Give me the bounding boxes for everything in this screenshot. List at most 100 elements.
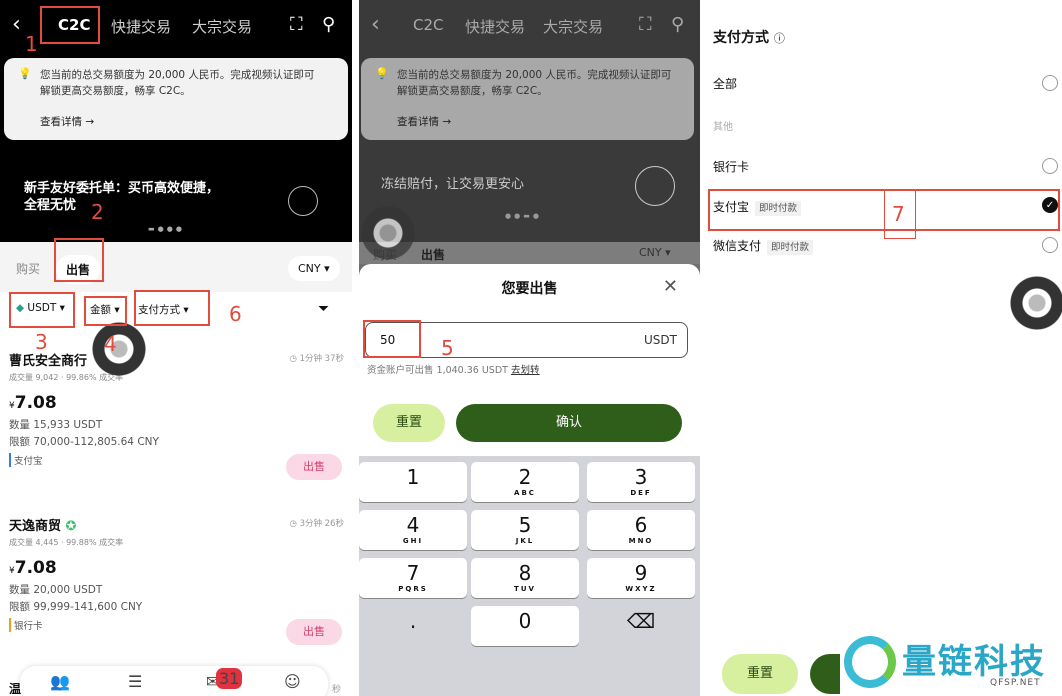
carousel-dots: ▬●●● bbox=[148, 225, 185, 233]
key-1[interactable]: 1 bbox=[359, 462, 467, 502]
profile-icon[interactable]: ☺ bbox=[284, 672, 301, 691]
reset-button[interactable]: 重置 bbox=[373, 404, 445, 442]
key-dot[interactable]: . bbox=[359, 606, 467, 646]
key-7[interactable]: 7 PQRS bbox=[359, 558, 467, 598]
info-icon[interactable]: ⓘ bbox=[774, 32, 785, 45]
confirm-button[interactable]: 确认 bbox=[456, 404, 682, 442]
bottom-nav: 👥 ☰ ✉ 31 ☺ bbox=[20, 666, 328, 696]
panel-gap bbox=[352, 0, 359, 696]
watermark-text: 量链科技 bbox=[902, 642, 1046, 682]
annotation-box-4 bbox=[84, 296, 127, 326]
price-value: 7.08 bbox=[14, 393, 57, 413]
touch-indicator bbox=[361, 206, 415, 260]
touch-indicator bbox=[92, 322, 146, 376]
notice-more-link[interactable]: 查看详情 → bbox=[397, 114, 451, 130]
funnel-icon[interactable]: ⏷ bbox=[318, 301, 329, 317]
key-letters: TUV bbox=[514, 585, 536, 593]
merchant-card[interactable]: 曹氏安全商行 成交量 9,042 · 99.86% 成交率 ◷ 1分钟 37秒 … bbox=[9, 350, 344, 480]
key-letters: MNO bbox=[628, 537, 654, 545]
backspace-key[interactable]: ⌫ bbox=[587, 606, 695, 646]
tab-block-trade[interactable]: 大宗交易 bbox=[192, 16, 252, 37]
notice-line2: 解锁更高交易额度，畅享 C2C。 bbox=[397, 85, 548, 97]
notice-more-link[interactable]: 查看详情 → bbox=[40, 114, 94, 130]
key-0[interactable]: 0 bbox=[471, 606, 579, 646]
key-9[interactable]: 9 WXYZ bbox=[587, 558, 695, 598]
top-bar-dimmed: ‹ C2C 快捷交易 大宗交易 ⛶ ⚲ bbox=[359, 0, 700, 52]
key-6[interactable]: 6 MNO bbox=[587, 510, 695, 550]
currency-select[interactable]: CNY ▾ bbox=[288, 256, 340, 281]
annotation-box-2 bbox=[54, 238, 104, 282]
tab-quick-trade[interactable]: 快捷交易 bbox=[111, 16, 171, 37]
promo-banner[interactable]: 冻结赔付，让交易更安心 bbox=[381, 176, 524, 193]
promo-banner[interactable]: 新手友好委托单：买币高效便捷， 全程无忧 bbox=[24, 180, 219, 214]
transfer-link[interactable]: 去划转 bbox=[511, 365, 540, 376]
key-letters: DEF bbox=[630, 489, 652, 497]
search-icon[interactable]: ⚲ bbox=[322, 14, 335, 35]
annotation-num-5: 5 bbox=[441, 336, 454, 360]
buy-tab[interactable]: 购买 bbox=[16, 260, 40, 277]
key-2[interactable]: 2 ABC bbox=[471, 462, 579, 502]
annotation-box-5 bbox=[363, 320, 421, 358]
radio-bank[interactable] bbox=[1042, 158, 1058, 174]
payment-title: 支付方式 ⓘ bbox=[713, 27, 785, 47]
key-letters: JKL bbox=[515, 537, 535, 545]
avail-text: 资金账户可出售 1,040.36 USDT bbox=[367, 365, 508, 376]
chat-badge: 31 bbox=[216, 668, 243, 689]
annotation-num-1: 1 bbox=[25, 32, 38, 56]
sheet-title: 您要出售 bbox=[501, 281, 558, 297]
merchant-price: ¥7.08 bbox=[9, 558, 57, 578]
sell-button[interactable]: 出售 bbox=[286, 619, 342, 645]
planet-icon bbox=[288, 186, 318, 216]
time-text: 3分钟 26秒 bbox=[299, 519, 344, 529]
orders-icon[interactable]: ☰ bbox=[128, 672, 142, 691]
merchant-qty: 数量 15,933 USDT bbox=[9, 419, 103, 431]
merchant-price: ¥7.08 bbox=[9, 393, 57, 413]
limit-notice: 💡 您当前的总交易额度为 20,000 人民币。完成视频认证即可 解锁更高交易额… bbox=[4, 58, 348, 140]
option-bank[interactable]: 银行卡 bbox=[713, 158, 749, 175]
option-wechat[interactable]: 微信支付 即时付款 bbox=[713, 237, 814, 255]
available-balance: 资金账户可出售 1,040.36 USDT 去划转 bbox=[367, 362, 540, 376]
verified-icon: ✪ bbox=[65, 519, 77, 534]
merchant-card[interactable]: 天逸商贸 ✪ 成交量 4,445 · 99.88% 成交率 ◷ 3分钟 26秒 … bbox=[9, 515, 344, 645]
key-4[interactable]: 4 GHI bbox=[359, 510, 467, 550]
merchant-stat: 成交量 4,445 · 99.88% 成交率 bbox=[9, 538, 124, 547]
radio-all[interactable] bbox=[1042, 75, 1058, 91]
bulb-icon: 💡 bbox=[375, 67, 389, 80]
annotation-num-3: 3 bbox=[35, 330, 48, 354]
carousel-dots: ●●▬● bbox=[505, 212, 542, 220]
radio-wechat[interactable] bbox=[1042, 237, 1058, 253]
back-icon[interactable]: ‹ bbox=[371, 12, 380, 37]
tab-c2c[interactable]: C2C bbox=[413, 16, 444, 34]
key-5[interactable]: 5 JKL bbox=[471, 510, 579, 550]
limit-notice: 💡 您当前的总交易额度为 20,000 人民币。完成视频认证即可 解锁更高交易额… bbox=[361, 58, 694, 140]
time-partial: 秒 bbox=[332, 685, 342, 695]
key-digit: 3 bbox=[634, 465, 648, 489]
notice-line2: 解锁更高交易额度，畅享 C2C。 bbox=[40, 85, 191, 97]
scan-icon[interactable]: ⛶ bbox=[290, 14, 303, 35]
users-icon[interactable]: 👥 bbox=[50, 672, 70, 691]
annotation-box-1 bbox=[40, 6, 100, 44]
key-3[interactable]: 3 DEF bbox=[587, 462, 695, 502]
reset-button[interactable]: 重置 bbox=[722, 654, 798, 694]
merchant-time: ◷ 1分钟 37秒 bbox=[289, 354, 344, 364]
sell-tab[interactable]: 出售 bbox=[421, 246, 445, 263]
option-all[interactable]: 全部 bbox=[713, 75, 737, 92]
annotation-num-6: 6 bbox=[229, 302, 242, 326]
close-icon[interactable]: ✕ bbox=[663, 276, 678, 297]
key-digit: 4 bbox=[406, 513, 420, 537]
key-8[interactable]: 8 TUV bbox=[471, 558, 579, 598]
key-digit: 2 bbox=[518, 465, 532, 489]
scan-icon[interactable]: ⛶ bbox=[639, 14, 652, 35]
key-digit: 6 bbox=[634, 513, 648, 537]
notice-line1: 您当前的总交易额度为 20,000 人民币。完成视频认证即可 bbox=[397, 69, 672, 81]
c2c-sell-list-screen: ‹ C2C 快捷交易 大宗交易 ⛶ ⚲ 💡 您当前的总交易额度为 20,000 … bbox=[0, 0, 352, 696]
key-letters: WXYZ bbox=[625, 585, 657, 593]
tab-quick-trade[interactable]: 快捷交易 bbox=[465, 16, 525, 37]
payment-method-screen: 支付方式 ⓘ 全部 其他 银行卡 支付宝 即时付款 ✓ 微信支付 即时付款 7 重置 bbox=[704, 0, 1062, 696]
currency-select[interactable]: CNY ▾ bbox=[639, 246, 671, 259]
back-icon[interactable]: ‹ bbox=[12, 12, 21, 37]
tab-block-trade[interactable]: 大宗交易 bbox=[543, 16, 603, 37]
search-icon[interactable]: ⚲ bbox=[671, 14, 684, 35]
sell-button[interactable]: 出售 bbox=[286, 454, 342, 480]
key-digit: 0 bbox=[518, 609, 532, 633]
